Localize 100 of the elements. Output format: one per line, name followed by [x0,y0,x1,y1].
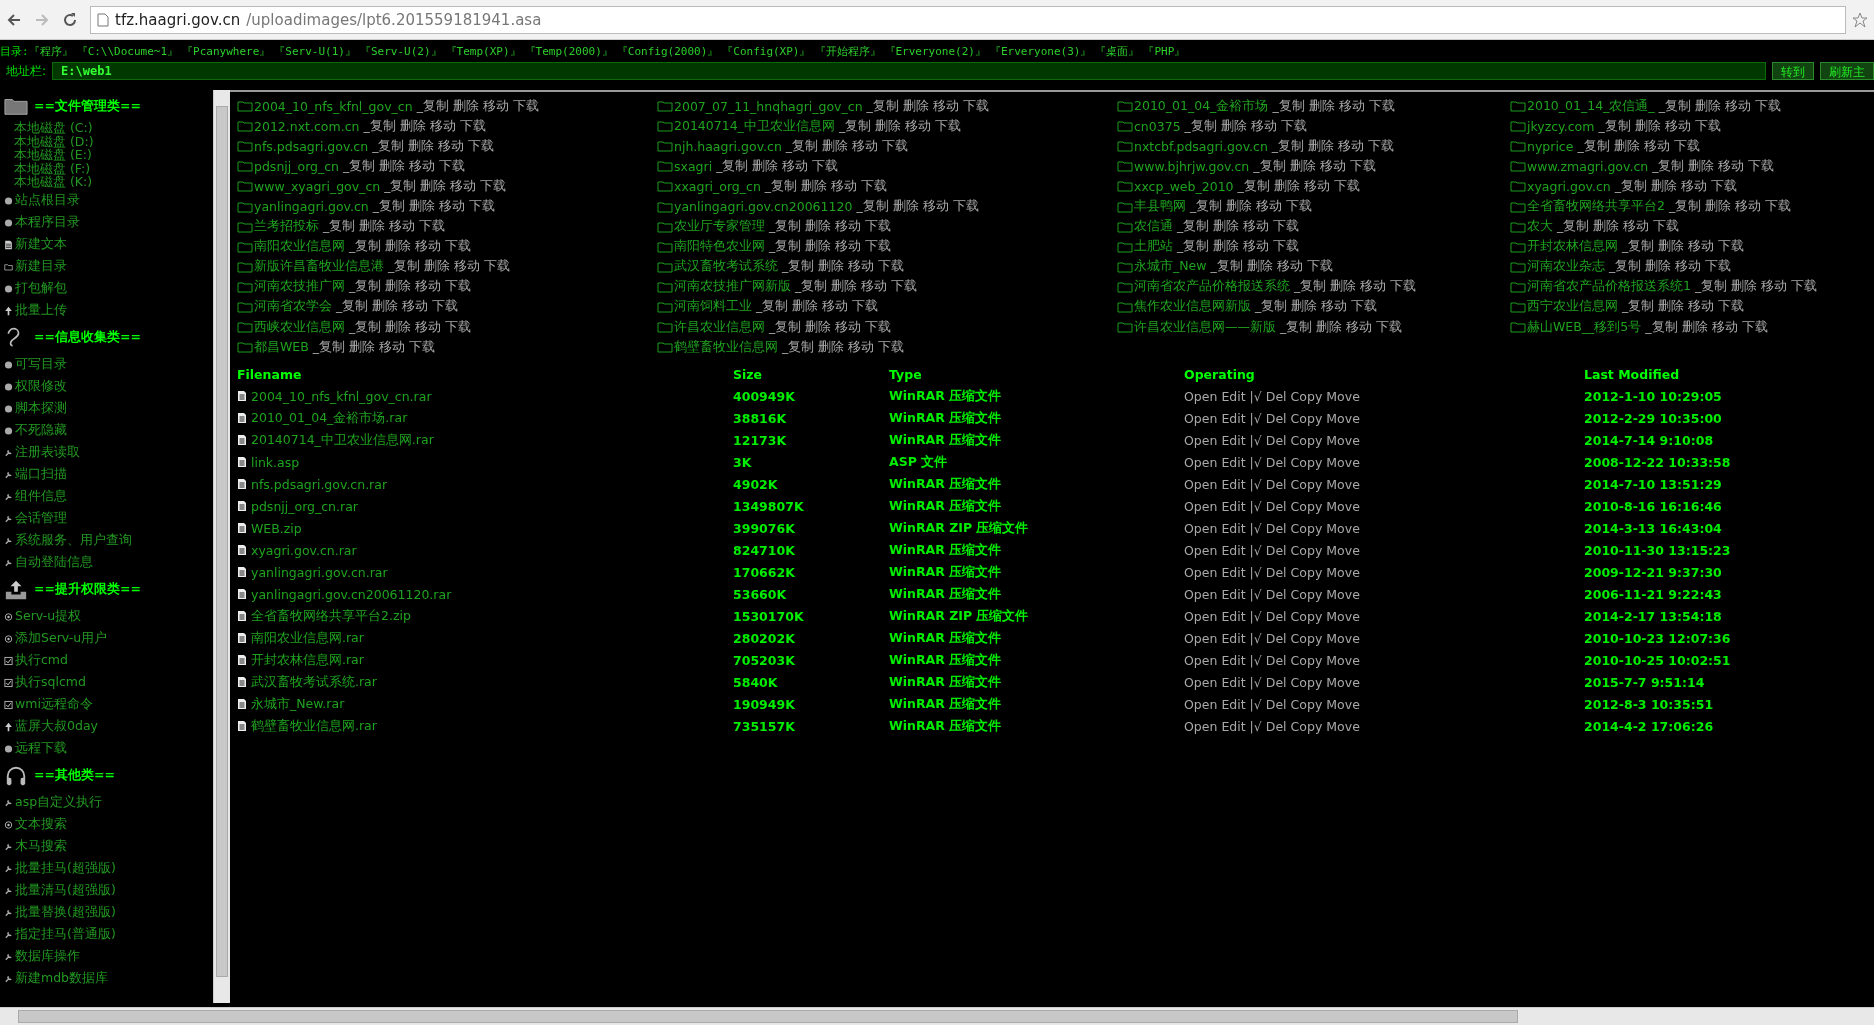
file-action-link[interactable]: |√ [1249,542,1262,558]
sidebar-link[interactable]: 蓝屏大叔0day [4,715,213,738]
folder-action-link[interactable]: 下载 [1280,117,1307,135]
file-action-link[interactable]: Move [1326,410,1360,426]
folder-action-link[interactable]: _复制 [312,338,346,356]
folder-action-link[interactable]: _复制 [769,238,802,256]
folder-action-link[interactable]: _复制 [343,157,376,175]
folder-action-link[interactable]: 移动 [1360,278,1387,296]
folder-action-link[interactable]: 下载 [432,298,459,316]
folder-action-link[interactable]: _复制 [388,258,421,276]
file-action-link[interactable]: Edit [1221,630,1246,646]
file-action-link[interactable]: Edit [1221,410,1246,426]
folder-action-link[interactable]: 下载 [1286,198,1313,215]
folder-action-link[interactable]: 下载 [1368,137,1395,155]
folder-action-link[interactable]: 下载 [1306,258,1333,276]
folder-action-link[interactable]: 移动 [402,298,429,316]
folder-link[interactable]: 兰考招投标 [254,218,319,236]
folder-action-link[interactable]: _复制 [1294,278,1327,296]
folder-link[interactable]: 农信通 [1134,218,1173,236]
file-link[interactable]: xyagri.gov.cn.rar [251,542,357,558]
folder-link[interactable]: 全省畜牧网络共享平台2 [1527,198,1665,215]
folder-action-link[interactable]: _复制 [1668,198,1702,215]
folder-action-link[interactable]: 移动 [1276,258,1303,276]
folder-link[interactable]: 河南省农产品价格报送系统 [1134,278,1290,296]
folder-action-link[interactable]: 移动 [1643,137,1670,155]
directory-link[interactable]: 『Temp(XP)』 [445,43,521,59]
folder-action-link[interactable]: 移动 [1681,177,1707,195]
sidebar-link[interactable]: 执行cmd [4,649,213,672]
sidebar-link[interactable]: 可写目录 [4,353,213,376]
file-action-link[interactable]: Copy [1290,652,1323,668]
file-action-link[interactable]: Copy [1290,388,1323,404]
folder-link[interactable]: 许昌农业信息网 [674,318,765,336]
file-action-link[interactable]: Del [1265,608,1287,624]
file-action-link[interactable]: Open [1184,520,1218,536]
folder-action-link[interactable]: 移动 [1319,157,1346,175]
folder-action-link[interactable]: 移动 [1250,117,1277,135]
folder-action-link[interactable]: 移动 [835,238,862,256]
folder-action-link[interactable]: 删除 [801,177,828,195]
sidebar-link[interactable]: 远程下载 [4,737,213,760]
sidebar-link[interactable]: 新建mdb数据库 [4,967,213,990]
folder-action-link[interactable]: 移动 [932,97,959,115]
folder-action-link[interactable]: 移动 [1338,97,1365,115]
directory-link[interactable]: 『PHP』 [1143,43,1186,59]
folder-action-link[interactable]: _复制 [1652,157,1685,175]
file-action-link[interactable]: |√ [1249,630,1262,646]
folder-action-link[interactable]: 下载 [1273,238,1300,256]
folder-link[interactable]: nxtcbf.pdsagri.gov.cn [1134,138,1268,154]
folder-action-link[interactable]: _复制 [764,177,798,195]
file-action-link[interactable]: |√ [1249,696,1262,712]
folder-action-link[interactable]: 移动 [835,318,862,336]
file-action-link[interactable]: Move [1326,696,1360,712]
folder-action-link[interactable]: 下载 [1705,258,1732,276]
folder-link[interactable]: nfs.pdsagri.gov.cn [254,138,369,154]
folder-action-link[interactable]: 下载 [1376,318,1403,336]
folder-action-link[interactable]: 移动 [1688,298,1715,316]
folder-action-link[interactable]: 删除 [420,177,447,195]
folder-action-link[interactable]: _复制 [1577,137,1610,155]
directory-link[interactable]: 『Erveryone(2)』 [884,43,986,59]
file-action-link[interactable]: Move [1326,718,1360,734]
folder-action-link[interactable]: 删除 [1308,97,1335,115]
file-link[interactable]: 南阳农业信息网.rar [251,629,364,647]
directory-link[interactable]: 『Serv-U(1)』 [274,43,356,59]
file-action-link[interactable]: |√ [1249,454,1262,470]
folder-link[interactable]: 农大 [1527,218,1553,236]
address-button[interactable]: 刷新主 [1820,62,1874,80]
file-action-link[interactable]: Copy [1290,476,1323,492]
folder-action-link[interactable]: _复制 [1280,318,1313,336]
folder-link[interactable]: 河南农业杂志 [1527,258,1605,276]
folder-action-link[interactable]: _复制 [1253,157,1286,175]
folder-link[interactable]: 都昌WEB [254,338,309,356]
folder-link[interactable]: jkyzcy.com [1527,118,1595,134]
file-action-link[interactable]: Del [1265,564,1287,580]
folder-action-link[interactable]: 下载 [1741,318,1768,336]
file-link[interactable]: 开封农林信息网.rar [251,651,364,669]
folder-action-link[interactable]: _复制 [782,338,815,356]
file-action-link[interactable]: Copy [1290,498,1323,514]
file-action-link[interactable]: Copy [1290,520,1323,536]
sidebar-link[interactable]: 添加Serv-u用户 [4,627,213,650]
file-action-link[interactable]: |√ [1249,564,1262,580]
folder-action-link[interactable]: 移动 [1688,238,1715,256]
file-action-link[interactable]: |√ [1249,718,1262,734]
folder-action-link[interactable]: 下载 [469,198,495,215]
folder-action-link[interactable]: 下载 [882,137,909,155]
sidebar-link[interactable]: 打包解包 [4,277,213,300]
file-action-link[interactable]: Edit [1221,520,1246,536]
folder-action-link[interactable]: _复制 [1557,218,1590,236]
folder-link[interactable]: www_xyagri_gov_cn [254,178,381,194]
folder-action-link[interactable]: 移动 [822,298,849,316]
file-action-link[interactable]: Edit [1221,608,1246,624]
folder-action-link[interactable]: 删除 [1289,157,1316,175]
folder-action-link[interactable]: 删除 [1330,278,1357,296]
sidebar-link[interactable]: 文本搜索 [4,813,213,836]
sidebar-link[interactable]: 站点根目录 [4,189,213,212]
file-action-link[interactable]: |√ [1249,520,1262,536]
folder-action-link[interactable]: 下载 [484,258,511,276]
file-action-link[interactable]: Edit [1221,564,1246,580]
folder-action-link[interactable]: _复制 [856,198,889,215]
directory-link[interactable]: 『Config(XP)』 [722,43,811,59]
folder-action-link[interactable]: 下载 [445,278,472,296]
file-action-link[interactable]: Copy [1290,564,1323,580]
